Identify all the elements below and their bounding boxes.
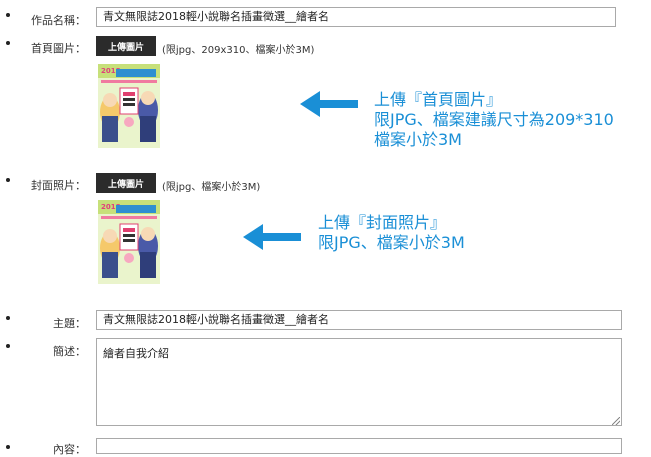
arrow-left-icon [243,224,301,250]
front-note-line2: 限JPG、檔案小於3M [318,233,465,252]
cover-note-line3: 檔案小於3M [374,130,462,149]
description-textarea[interactable]: 繪者自我介紹 [96,338,622,426]
subject-field[interactable]: 青文無限誌2018輕小說聯名插畫徵選__繪者名 [96,310,622,330]
work-name-field[interactable]: 青文無限誌2018輕小說聯名插畫徵選__繪者名 [96,7,616,27]
front-upload-button[interactable]: 上傳圖片 [96,173,156,193]
front-image-hint: (限jpg、檔案小於3M) [162,182,261,193]
cover-upload-note: 上傳『首頁圖片』 限JPG、檔案建議尺寸為209*310 檔案小於3M [374,90,614,150]
cover-image-hint: (限jpg、209x310、檔案小於3M) [162,45,315,56]
front-image-label: 封面照片： [31,180,86,192]
cover-note-line1: 上傳『首頁圖片』 [374,90,503,109]
front-note-line1: 上傳『封面照片』 [318,213,447,232]
content-field[interactable] [96,438,622,454]
cover-thumbnail-art: 2018 [98,64,160,148]
cover-upload-button[interactable]: 上傳圖片 [96,36,156,56]
resize-grip-icon[interactable] [612,417,620,425]
cover-thumbnail-image: 2018 [98,64,160,148]
cover-image-label: 首頁圖片： [31,43,86,55]
content-label: 內容： [53,444,86,456]
subject-label: 主題： [53,318,86,330]
front-upload-note: 上傳『封面照片』 限JPG、檔案小於3M [318,213,465,253]
description-label: 簡述： [53,346,86,358]
front-thumbnail-art: 2018 [98,200,160,284]
front-thumbnail-image: 2018 [98,200,160,284]
cover-note-line2: 限JPG、檔案建議尺寸為209*310 [374,110,614,129]
work-name-label: 作品名稱： [31,15,86,27]
arrow-left-icon [300,91,358,117]
